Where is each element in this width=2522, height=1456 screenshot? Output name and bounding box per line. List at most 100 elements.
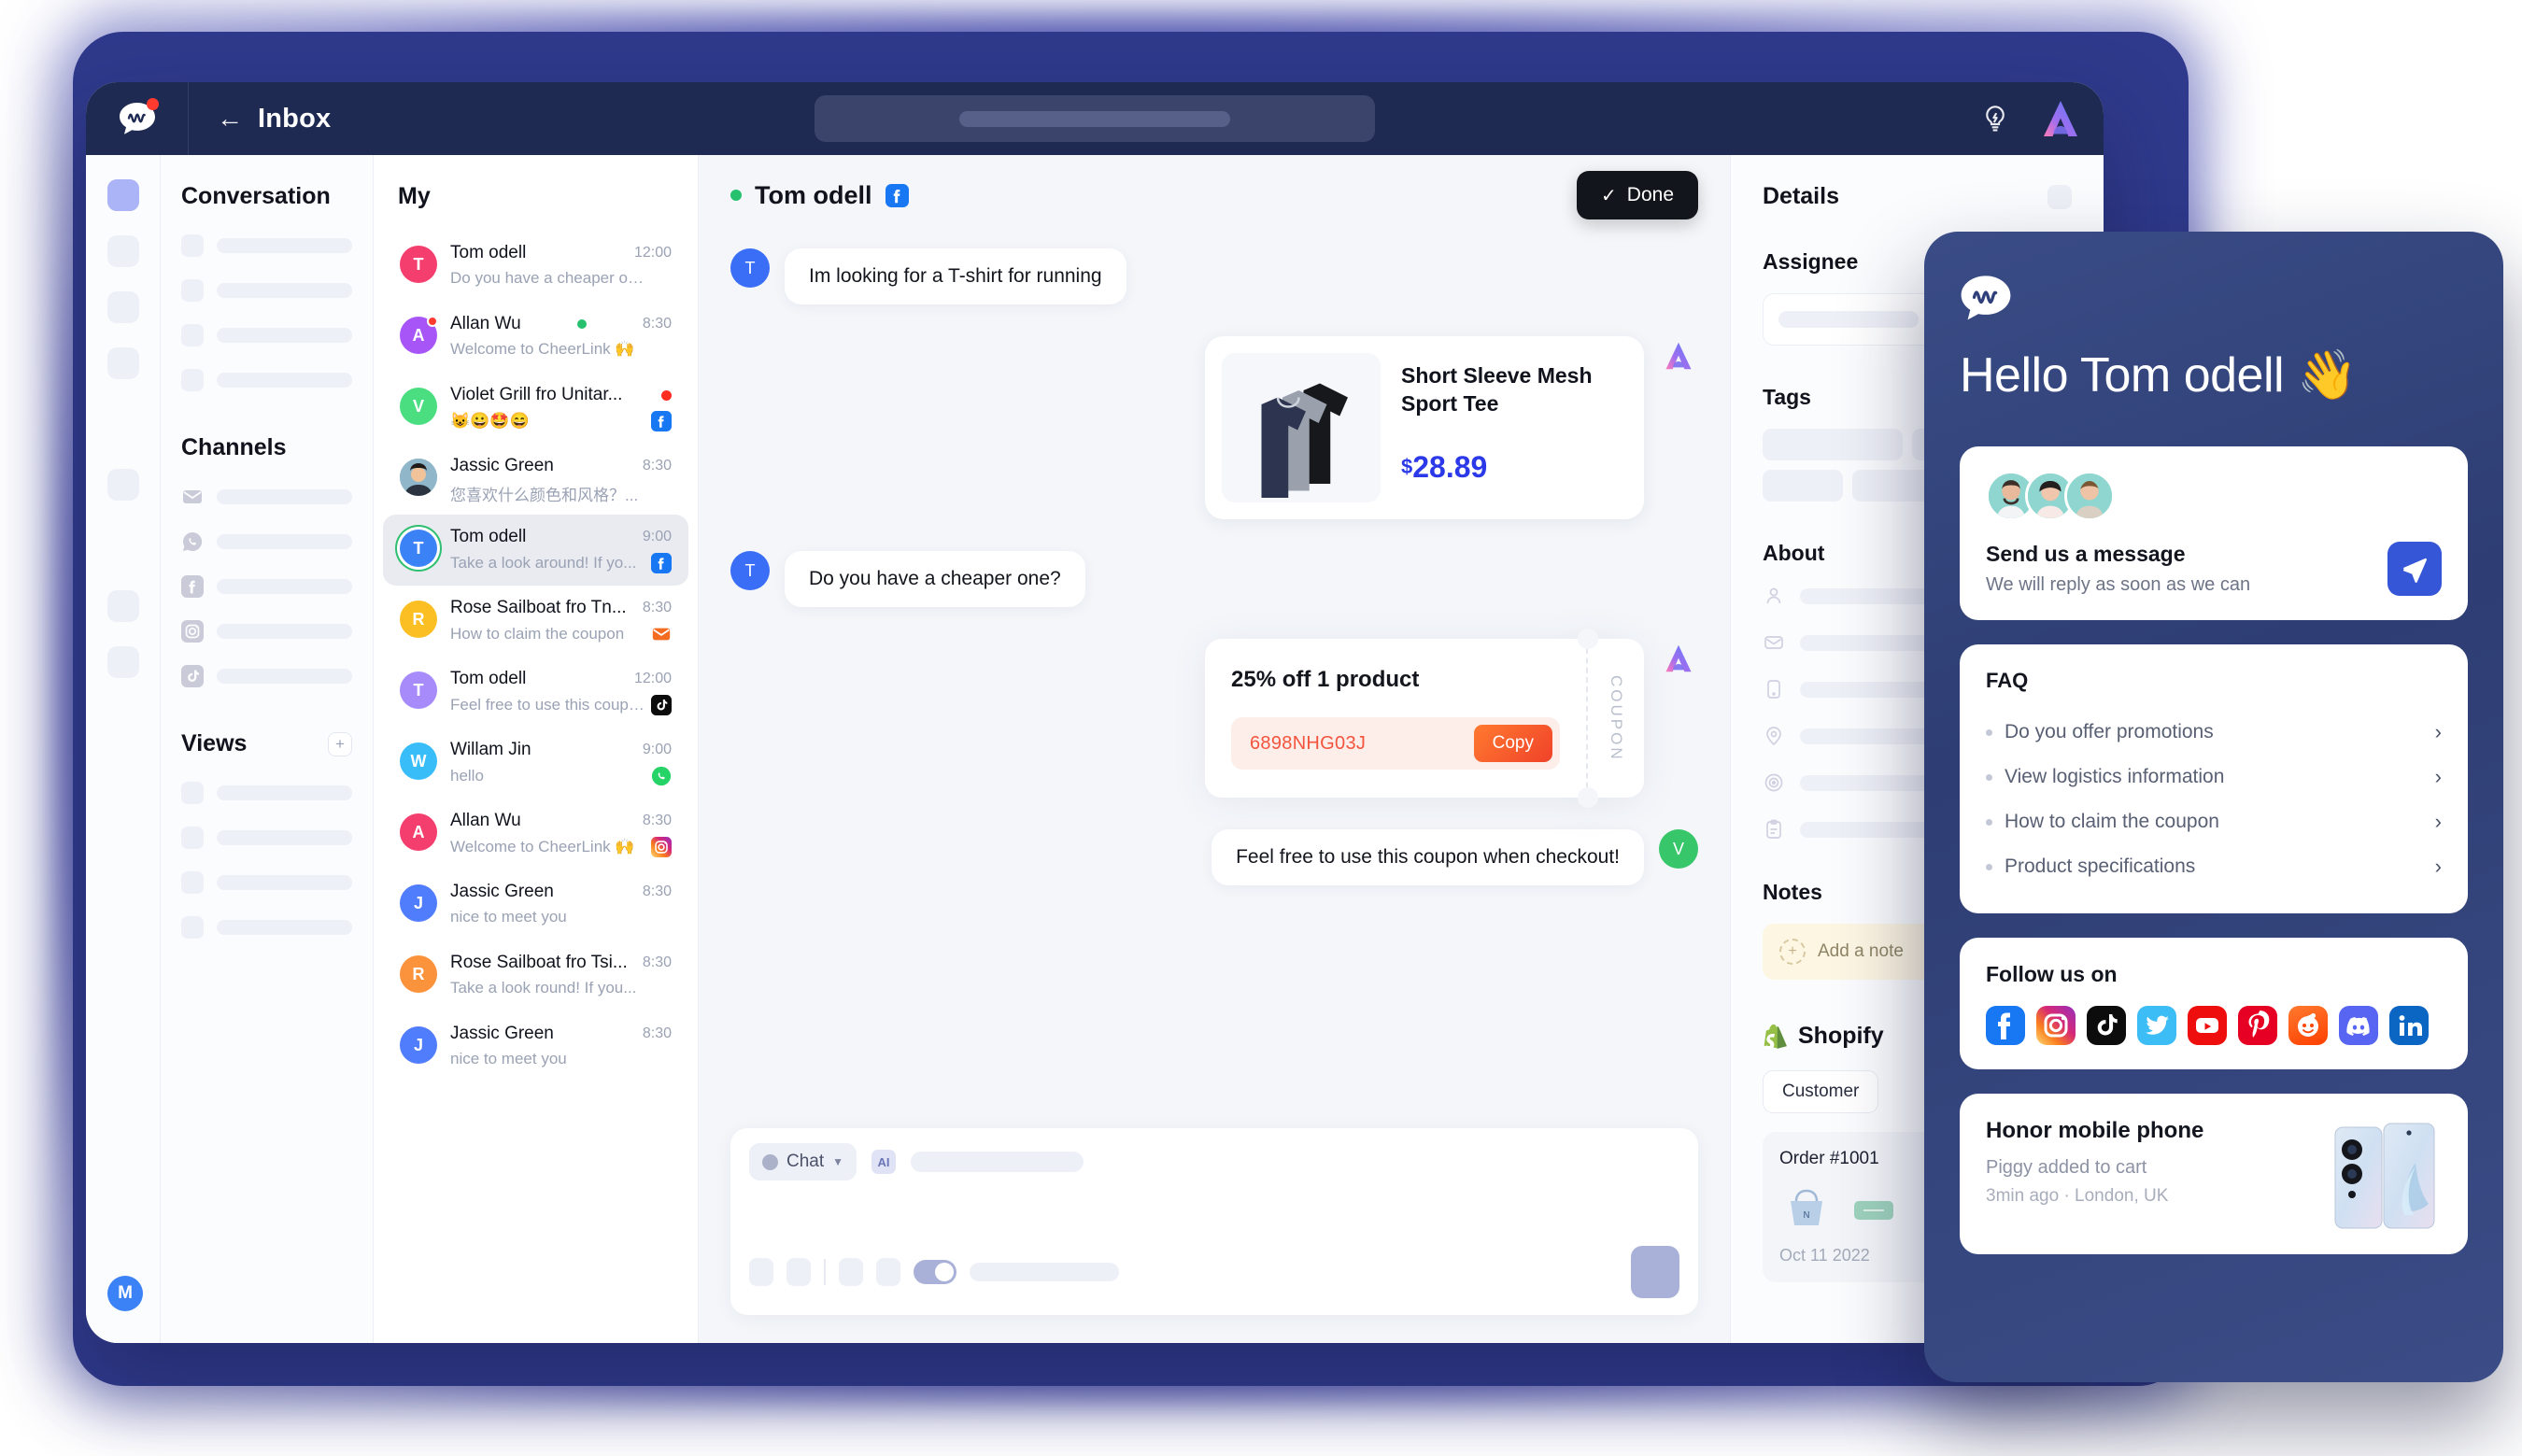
app-body: M Conversation Channels Views + My T Tom… <box>86 155 2104 1343</box>
view-item[interactable] <box>181 916 352 939</box>
youtube-icon[interactable] <box>2188 1006 2227 1045</box>
target-icon <box>1764 773 1783 792</box>
channel-item-tiktok[interactable] <box>181 665 352 687</box>
order-product-bag-image: N <box>1791 1189 1822 1225</box>
channel-item-whatsapp[interactable] <box>181 530 352 553</box>
nav-item-icon <box>181 369 204 391</box>
composer-tool-2[interactable] <box>786 1258 811 1286</box>
customer-tab[interactable]: Customer <box>1763 1070 1879 1113</box>
conversation-time: 12:00 <box>633 245 672 261</box>
nav-item[interactable] <box>181 234 352 257</box>
conversation-preview: hello <box>450 767 484 785</box>
conversation-list-item[interactable]: J Jassic Green 8:30 nice to meet you <box>383 869 688 940</box>
product-card[interactable]: Short Sleeve Mesh Sport Tee $28.89 <box>1205 336 1644 519</box>
view-item[interactable] <box>181 827 352 849</box>
rail-item-5[interactable] <box>106 469 139 501</box>
conversation-list-item[interactable]: V Violet Grill fro Unitar... 😺😀🤩😄 <box>383 373 688 444</box>
avatar[interactable]: M <box>107 1276 143 1311</box>
tag-chip[interactable] <box>1763 429 1903 460</box>
conversation-list-item[interactable]: T Tom odell 12:00 Feel free to use this cou… <box>383 657 688 728</box>
widget-message-card[interactable]: Send us a message We will reply as soon … <box>1960 446 2468 620</box>
conversation-name: Allan Wu <box>450 811 521 830</box>
conversation-preview: Welcome to CheerLink 🙌 <box>450 340 635 358</box>
composer-mode-select[interactable]: Chat ▼ <box>749 1143 857 1180</box>
rail-item-inbox[interactable] <box>106 179 139 211</box>
avatar: A <box>400 813 437 851</box>
conversation-time: 8:30 <box>642 813 672 828</box>
conversation-list-item[interactable]: A Allan Wu 8:30 Welcome to CheerLink 🙌 <box>383 799 688 869</box>
rail-item-3[interactable] <box>106 291 139 323</box>
reddit-icon[interactable] <box>2288 1006 2328 1045</box>
view-item-icon <box>181 827 204 849</box>
twitter-icon[interactable] <box>2137 1006 2176 1045</box>
nav-item[interactable] <box>181 279 352 302</box>
nav-item[interactable] <box>181 324 352 346</box>
faq-item[interactable]: How to claim the coupon › <box>1986 799 2442 844</box>
rail-item-7[interactable] <box>106 646 139 678</box>
avatar <box>400 459 437 496</box>
brand-a-logo[interactable] <box>2038 98 2083 139</box>
idea-bolt-icon[interactable] <box>1980 104 2010 134</box>
tiktok-icon[interactable] <box>2087 1006 2126 1045</box>
composer-toggle[interactable] <box>914 1260 956 1284</box>
nav-item-label <box>217 373 352 388</box>
conversation-list-item[interactable]: J Jassic Green 8:30 nice to meet you <box>383 1011 688 1082</box>
composer-tool-4[interactable] <box>876 1258 900 1286</box>
conversation-list-item[interactable]: R Rose Sailboat fro Tn... 8:30 How to claim… <box>383 586 688 657</box>
avatar: A <box>400 316 438 354</box>
faq-item[interactable]: View logistics information › <box>1986 755 2442 799</box>
widget-product-card[interactable]: Honor mobile phone Piggy added to cart 3… <box>1960 1094 2468 1254</box>
view-item[interactable] <box>181 782 352 804</box>
message-composer[interactable]: Chat ▼ AI <box>730 1128 1698 1315</box>
add-view-button[interactable]: + <box>328 731 352 756</box>
conversation-list-item[interactable]: W Willam Jin 9:00 hello <box>383 728 688 799</box>
channel-item-facebook[interactable] <box>181 575 352 598</box>
composer-tool-3[interactable] <box>839 1258 863 1286</box>
view-item-icon <box>181 916 204 939</box>
linkedin-icon[interactable] <box>2389 1006 2429 1045</box>
rail-item-4[interactable] <box>106 347 139 379</box>
composer-tool-1[interactable] <box>749 1258 773 1286</box>
view-item[interactable] <box>181 871 352 894</box>
product-image <box>1222 353 1381 502</box>
discord-icon[interactable] <box>2339 1006 2378 1045</box>
copy-button[interactable]: Copy <box>1473 725 1552 762</box>
conversation-list-item[interactable]: T Tom odell 9:00 Take a look around! If yo.… <box>383 515 688 586</box>
top-bar: ← Inbox <box>86 82 2104 155</box>
conversation-list-item[interactable]: R Rose Sailboat fro Tsi... 8:30 Take a look… <box>383 940 688 1011</box>
avatar: R <box>400 601 437 638</box>
channel-item-email[interactable] <box>181 486 352 508</box>
done-button[interactable]: ✓ Done <box>1577 171 1698 219</box>
channel-item-instagram[interactable] <box>181 620 352 643</box>
chat-widget-preview: Hello Tom odell 👋 Send us a message We w… <box>1924 232 2503 1382</box>
facebook-icon[interactable] <box>1986 1006 2025 1045</box>
avatar: T <box>400 246 437 283</box>
online-status-dot <box>576 319 587 329</box>
channel-label <box>217 669 352 684</box>
tag-chip[interactable] <box>1763 470 1843 502</box>
tiktok-icon <box>651 695 672 715</box>
rail-item-2[interactable] <box>106 235 139 267</box>
back-to-inbox[interactable]: ← Inbox <box>217 104 331 134</box>
send-button[interactable] <box>1631 1246 1679 1298</box>
search-input[interactable] <box>815 95 1375 142</box>
nav-item[interactable] <box>181 369 352 391</box>
faq-item[interactable]: Do you offer promotions › <box>1986 710 2442 755</box>
ai-assist-button[interactable]: AI <box>871 1150 897 1174</box>
screenshot-stage: ← Inbox M Conversation Channels Views + … <box>0 0 2522 1456</box>
pinterest-icon[interactable] <box>2238 1006 2277 1045</box>
faq-item[interactable]: Product specifications › <box>1986 844 2442 889</box>
rail-item-6[interactable] <box>106 590 139 622</box>
instagram-icon[interactable] <box>2036 1006 2076 1045</box>
details-collapse-button[interactable] <box>2047 184 2072 209</box>
conversation-list-item[interactable]: T Tom odell 12:00 Do you have a cheaper one… <box>383 231 688 302</box>
conversation-heading: Conversation <box>181 183 331 209</box>
view-item-icon <box>181 782 204 804</box>
conversation-list-item[interactable]: Jassic Green 8:30 您喜欢什么颜色和风格？... <box>383 444 688 515</box>
send-button[interactable] <box>2387 542 2442 596</box>
view-item-label <box>217 785 352 800</box>
plus-icon: + <box>1779 939 1806 965</box>
social-links <box>1986 1006 2442 1045</box>
app-logo-zone[interactable] <box>86 82 189 155</box>
conversation-list-item[interactable]: A Allan Wu 8:30 Welcome to CheerLink 🙌 <box>383 302 688 373</box>
